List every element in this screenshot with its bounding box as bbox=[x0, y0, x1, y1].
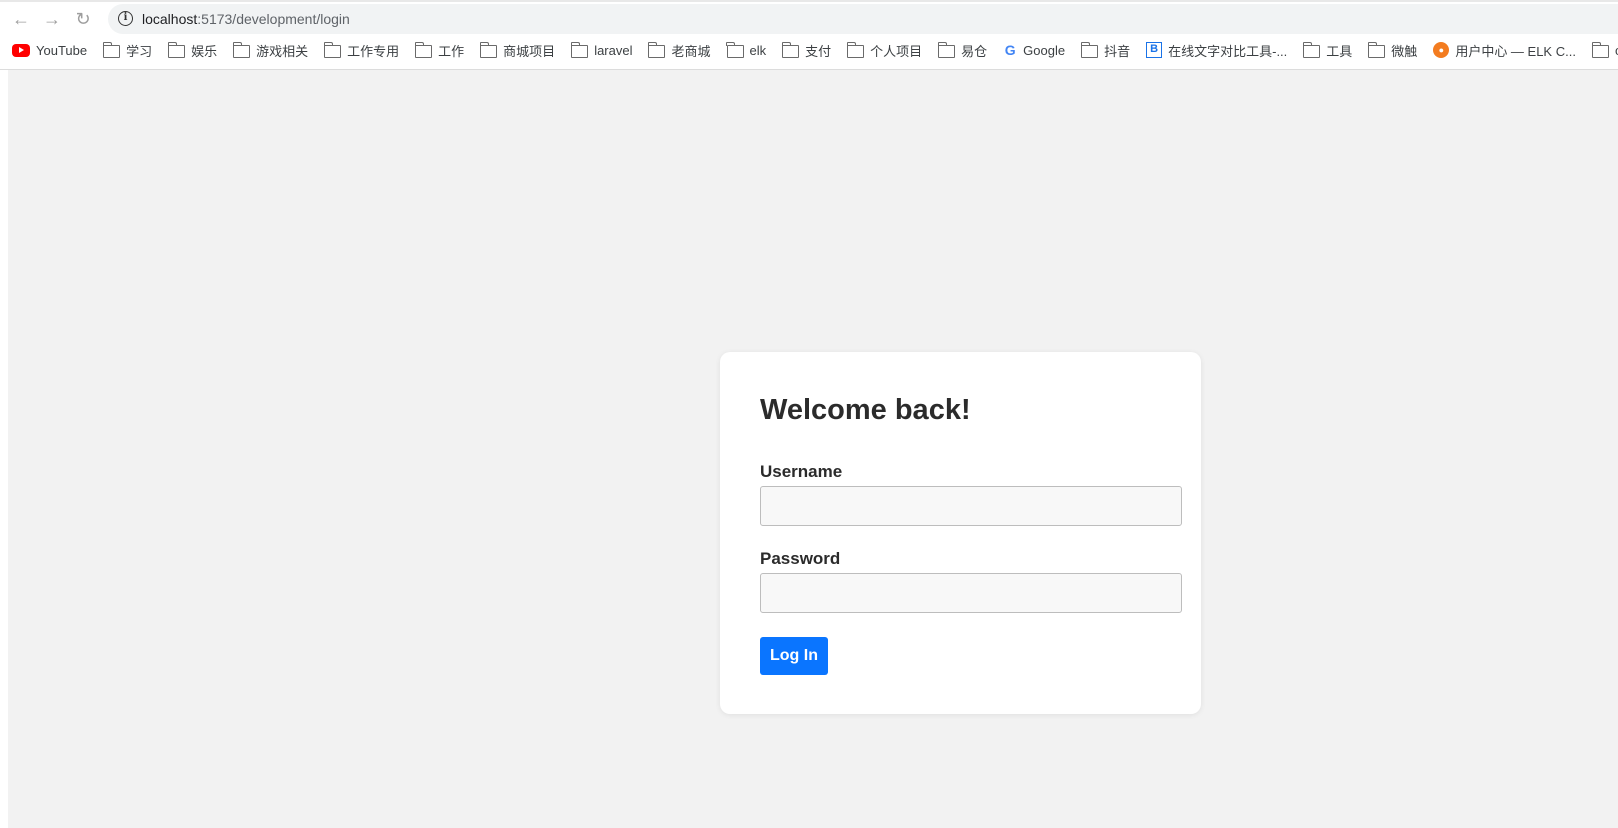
username-label: Username bbox=[760, 462, 843, 481]
bookmark-item[interactable]: 工作专用 bbox=[323, 41, 400, 60]
bookmark-item[interactable]: elk bbox=[726, 41, 767, 58]
bookmark-item[interactable]: 支付 bbox=[781, 41, 832, 60]
folder-icon bbox=[323, 41, 342, 58]
folder-icon bbox=[846, 41, 865, 58]
login-card: Welcome back! Username Password Log In bbox=[720, 352, 1201, 714]
bookmark-label: 工作 bbox=[438, 43, 465, 59]
folder-icon bbox=[232, 41, 251, 58]
folder-icon bbox=[1080, 41, 1099, 58]
bookmark-label: 支付 bbox=[805, 43, 832, 59]
bookmark-item[interactable]: 学习 bbox=[102, 41, 153, 60]
address-bar[interactable]: i localhost:5173/development/login bbox=[108, 4, 1618, 34]
bookmarks-bar: YouTube 学习 娱乐 游戏相关 工作专用 工作 商城项目 laravel 老商城 elk 支付… bbox=[0, 38, 1618, 62]
reload-icon[interactable]: ↻ bbox=[72, 8, 94, 30]
bookmark-label: 易仓 bbox=[961, 43, 988, 59]
bookmark-label: 个人项目 bbox=[870, 43, 923, 59]
page-background: Welcome back! Username Password Log In bbox=[8, 70, 1618, 828]
url-path: :5173/development/login bbox=[197, 11, 350, 27]
folder-icon bbox=[102, 41, 121, 58]
bookmark-item[interactable]: 老商城 bbox=[648, 41, 711, 60]
folder-icon bbox=[479, 41, 498, 58]
folder-icon bbox=[937, 41, 956, 58]
bookmark-label: 微触 bbox=[1391, 43, 1418, 59]
bookmark-label: laravel bbox=[594, 42, 633, 58]
bookmark-label: YouTube bbox=[36, 42, 88, 58]
bookmark-label: 游戏相关 bbox=[256, 43, 309, 59]
bookmark-label: 老商城 bbox=[671, 43, 711, 59]
bookmark-label: 用户中心 — ELK C... bbox=[1455, 43, 1576, 59]
bookmark-label: 工具 bbox=[1326, 43, 1353, 59]
bookmark-label: 商城项目 bbox=[503, 43, 556, 59]
bookmark-label: 学习 bbox=[126, 43, 153, 59]
password-label: Password bbox=[760, 549, 841, 568]
password-input[interactable] bbox=[760, 573, 1182, 613]
bookmark-item[interactable]: 抖音 bbox=[1080, 41, 1131, 60]
google-icon: G bbox=[1004, 42, 1016, 58]
bookmark-item[interactable]: 商城项目 bbox=[479, 41, 556, 60]
bookmark-label: Google bbox=[1023, 42, 1066, 58]
page-title: Welcome back! bbox=[760, 394, 971, 426]
browser-chrome: ← → ↻ i localhost:5173/development/login… bbox=[0, 0, 1618, 70]
folder-icon bbox=[781, 41, 800, 58]
bookmark-item[interactable]: laravel bbox=[570, 41, 633, 58]
info-icon[interactable]: i bbox=[118, 11, 133, 26]
back-arrow-icon[interactable]: ← bbox=[10, 8, 32, 30]
folder-icon bbox=[726, 41, 744, 58]
login-button[interactable]: Log In bbox=[760, 637, 828, 675]
bookmark-item[interactable]: G Google bbox=[1003, 42, 1065, 58]
folder-icon bbox=[167, 41, 186, 58]
bookmark-item[interactable]: ● 用户中心 — ELK C... bbox=[1433, 41, 1576, 60]
bookmark-label: 工作专用 bbox=[347, 43, 400, 59]
bookmark-item[interactable]: openA bbox=[1591, 41, 1618, 58]
bookmark-label: 娱乐 bbox=[191, 43, 218, 59]
bookmark-item[interactable]: 个人项目 bbox=[846, 41, 923, 60]
folder-icon bbox=[648, 41, 666, 58]
folder-icon bbox=[570, 41, 589, 58]
bookmark-item[interactable]: 娱乐 bbox=[167, 41, 218, 60]
bookmark-item[interactable]: 工作 bbox=[414, 41, 465, 60]
url-host: localhost bbox=[142, 11, 198, 27]
bookmark-item[interactable]: B 在线文字对比工具-... bbox=[1146, 41, 1287, 60]
bookmark-item[interactable]: 游戏相关 bbox=[232, 41, 309, 60]
username-input[interactable] bbox=[760, 486, 1182, 526]
tab-strip-edge bbox=[0, 0, 1618, 2]
url-text[interactable]: localhost:5173/development/login bbox=[142, 11, 350, 27]
forward-arrow-icon[interactable]: → bbox=[41, 8, 63, 30]
bookmark-item[interactable]: 易仓 bbox=[937, 41, 988, 60]
bookmark-label: 抖音 bbox=[1104, 43, 1131, 59]
elk-site-icon: ● bbox=[1433, 42, 1450, 58]
bookmark-item[interactable]: 工具 bbox=[1302, 41, 1353, 60]
bookmark-label: elk bbox=[749, 42, 767, 58]
bookmark-item[interactable]: YouTube bbox=[12, 43, 87, 58]
youtube-icon bbox=[12, 43, 30, 57]
folder-icon bbox=[1302, 41, 1321, 58]
bookmark-label: 在线文字对比工具-... bbox=[1168, 43, 1288, 59]
bookmark-item[interactable]: 微触 bbox=[1367, 41, 1418, 60]
folder-icon bbox=[1591, 41, 1609, 58]
folder-icon bbox=[414, 41, 433, 58]
b-site-icon: B bbox=[1146, 42, 1163, 58]
folder-icon bbox=[1367, 41, 1386, 58]
